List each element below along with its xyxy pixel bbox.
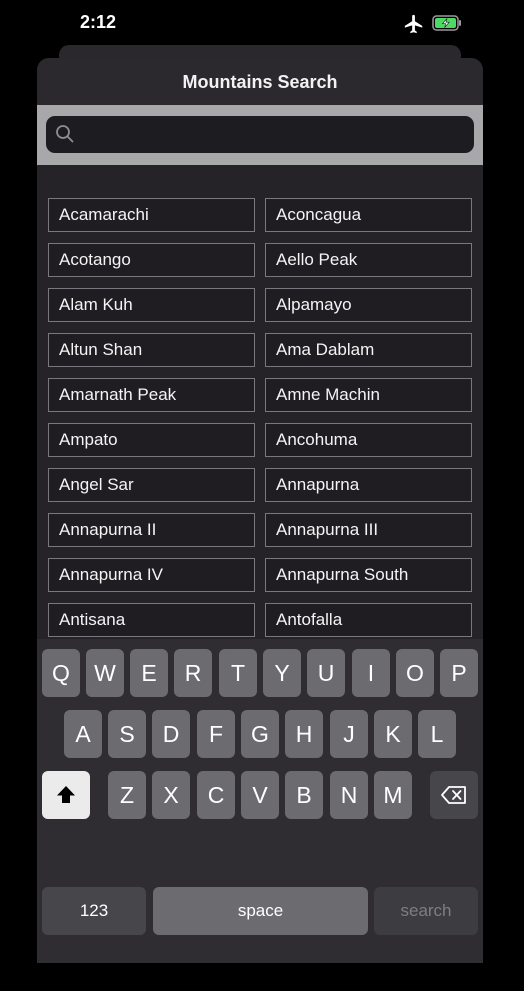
mountain-cell[interactable]: Annapurna xyxy=(265,468,472,502)
mountain-cell[interactable]: Annapurna IV xyxy=(48,558,255,592)
key-p[interactable]: P xyxy=(440,649,478,697)
phone-screen: 2:12 Mountains Search Acamarachi Aconcag… xyxy=(0,0,524,991)
mountain-cell[interactable]: Annapurna South xyxy=(265,558,472,592)
mountain-cell[interactable]: Acamarachi xyxy=(48,198,255,232)
key-e[interactable]: E xyxy=(130,649,168,697)
key-k[interactable]: K xyxy=(374,710,412,758)
key-a[interactable]: A xyxy=(64,710,102,758)
key-b[interactable]: B xyxy=(285,771,323,819)
key-n[interactable]: N xyxy=(330,771,368,819)
key-i[interactable]: I xyxy=(352,649,390,697)
search-input[interactable] xyxy=(82,116,462,153)
key-v[interactable]: V xyxy=(241,771,279,819)
space-key[interactable]: space xyxy=(153,887,368,935)
key-d[interactable]: D xyxy=(152,710,190,758)
delete-key[interactable] xyxy=(430,771,478,819)
mountain-cell[interactable]: Altun Shan xyxy=(48,333,255,367)
mountain-cell[interactable]: Aello Peak xyxy=(265,243,472,277)
key-r[interactable]: R xyxy=(174,649,212,697)
key-s[interactable]: S xyxy=(108,710,146,758)
status-time: 2:12 xyxy=(80,12,117,32)
airplane-mode-icon xyxy=(404,14,423,34)
key-w[interactable]: W xyxy=(86,649,124,697)
mountain-cell[interactable]: Amarnath Peak xyxy=(48,378,255,412)
key-z[interactable]: Z xyxy=(108,771,146,819)
key-o[interactable]: O xyxy=(396,649,434,697)
battery-charging-icon xyxy=(432,15,461,31)
key-y[interactable]: Y xyxy=(263,649,301,697)
shift-key[interactable] xyxy=(42,771,90,819)
mountain-cell[interactable]: Alam Kuh xyxy=(48,288,255,322)
key-h[interactable]: H xyxy=(285,710,323,758)
mountain-cell[interactable]: Aconcagua xyxy=(265,198,472,232)
key-f[interactable]: F xyxy=(197,710,235,758)
key-u[interactable]: U xyxy=(307,649,345,697)
shift-arrow-icon xyxy=(57,786,75,803)
nav-title: Mountains Search xyxy=(37,58,483,106)
key-t[interactable]: T xyxy=(219,649,257,697)
search-key[interactable]: search xyxy=(374,887,478,935)
mountain-cell[interactable]: Amne Machin xyxy=(265,378,472,412)
search-field[interactable] xyxy=(46,116,474,153)
mountains-search-sheet: Mountains Search Acamarachi Aconcagua Ac… xyxy=(37,58,483,963)
key-j[interactable]: J xyxy=(330,710,368,758)
mountain-cell[interactable]: Angel Sar xyxy=(48,468,255,502)
mountain-cell[interactable]: Antofalla xyxy=(265,603,472,637)
search-icon xyxy=(56,125,74,143)
mountain-cell[interactable]: Annapurna III xyxy=(265,513,472,547)
key-c[interactable]: C xyxy=(197,771,235,819)
mountain-cell[interactable]: Alpamayo xyxy=(265,288,472,322)
mountain-cell[interactable]: Acotango xyxy=(48,243,255,277)
search-bar xyxy=(37,105,483,165)
mountain-cell[interactable]: Ama Dablam xyxy=(265,333,472,367)
on-screen-keyboard: Q W E R T Y U I O P A S D F G H J K L Z … xyxy=(37,639,483,963)
numbers-key[interactable]: 123 xyxy=(42,887,146,935)
mountain-cell[interactable]: Antisana xyxy=(48,603,255,637)
mountain-cell[interactable]: Annapurna II xyxy=(48,513,255,547)
key-x[interactable]: X xyxy=(152,771,190,819)
mountain-cell[interactable]: Ampato xyxy=(48,423,255,457)
key-l[interactable]: L xyxy=(418,710,456,758)
backspace-icon xyxy=(441,786,466,804)
mountain-grid: Acamarachi Aconcagua Acotango Aello Peak… xyxy=(37,165,483,639)
key-m[interactable]: M xyxy=(374,771,412,819)
key-g[interactable]: G xyxy=(241,710,279,758)
mountain-cell[interactable]: Ancohuma xyxy=(265,423,472,457)
key-q[interactable]: Q xyxy=(42,649,80,697)
